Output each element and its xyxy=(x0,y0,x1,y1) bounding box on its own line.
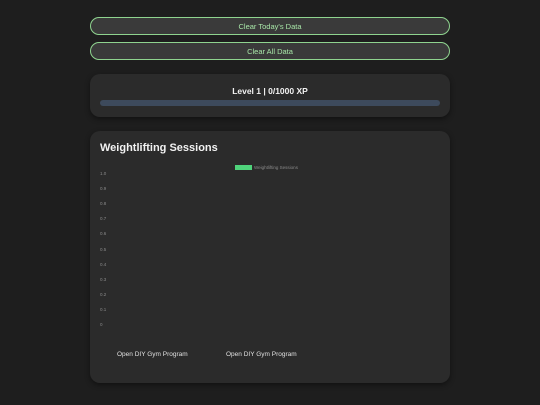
legend-swatch xyxy=(235,165,252,170)
y-tick-label: 0.3 xyxy=(100,276,107,282)
y-tick-label: 0.4 xyxy=(100,261,107,267)
clear-all-button[interactable]: Clear All Data xyxy=(90,42,450,60)
y-tick-label: 0.7 xyxy=(100,216,107,222)
chart-title: Weightlifting Sessions xyxy=(100,142,218,154)
y-tick-label: 1.0 xyxy=(100,171,107,176)
xp-progress-bar xyxy=(100,100,440,106)
level-card: Level 1 | 0/1000 XP xyxy=(90,74,450,117)
y-tick-label: 0.8 xyxy=(100,201,107,207)
legend-label: Weightlifting Sessions xyxy=(254,165,298,170)
level-text: Level 1 | 0/1000 XP xyxy=(232,86,308,96)
y-tick-label: 0.1 xyxy=(100,306,107,312)
x-tick-label: Open DIY Gym Program xyxy=(226,351,297,358)
y-tick-label: 0.9 xyxy=(100,186,107,192)
y-tick-label: 0.2 xyxy=(100,291,107,297)
chart-legend[interactable]: Weightlifting Sessions xyxy=(235,165,298,170)
page: Clear Today's Data Clear All Data Level … xyxy=(0,0,540,405)
y-tick-label: 0.5 xyxy=(100,246,107,252)
clear-today-button[interactable]: Clear Today's Data xyxy=(90,17,450,35)
weightlifting-chart-card: Weightlifting Sessions Weightlifting Ses… xyxy=(90,131,450,383)
y-tick-label: 0 xyxy=(100,322,103,327)
x-tick-label: Open DIY Gym Program xyxy=(117,351,188,358)
y-tick-label: 0.6 xyxy=(100,231,107,237)
